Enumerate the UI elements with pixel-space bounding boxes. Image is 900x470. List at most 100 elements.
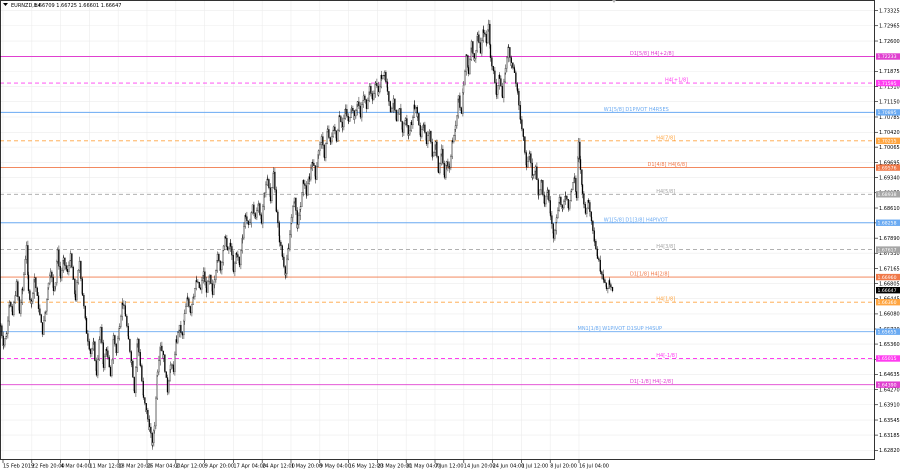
candle-body [500, 78, 502, 87]
candle-body [575, 191, 578, 198]
candle-body [353, 115, 356, 120]
candle-body [171, 364, 173, 366]
candle-body [430, 130, 432, 143]
candle-body [105, 348, 108, 351]
y-tick-label: 1.73325 [879, 8, 900, 14]
candle-body [498, 74, 501, 79]
candle-body [604, 279, 606, 283]
candle-body [442, 148, 444, 164]
candle-body [183, 313, 186, 322]
candle-body [161, 345, 163, 352]
candle-body [448, 167, 451, 169]
candle-body [17, 281, 19, 298]
y-tick-label: 1.63185 [879, 433, 900, 439]
candle-body [407, 133, 410, 136]
candle-body [338, 115, 341, 117]
candle-body [52, 277, 54, 288]
candle-body [601, 271, 603, 275]
price-chart[interactable]: D1[5/8] H4[+2/8] H4[+1/8] W1[5/8] D1PIVOT … [0, 0, 900, 470]
candle-body [83, 295, 85, 307]
candle-body [491, 57, 493, 67]
level-price-tag-text: 1.69576 [878, 165, 897, 171]
candle-body [30, 301, 33, 304]
candle-body [207, 281, 209, 293]
candle-body [89, 349, 92, 354]
candle-body [465, 54, 467, 72]
candle-body [368, 86, 371, 93]
candle-body [197, 281, 199, 283]
candle-body [290, 217, 293, 224]
candle-body [307, 183, 309, 196]
candle-body [337, 130, 339, 142]
candle-body [71, 253, 73, 268]
candle-body [46, 299, 48, 312]
candle-body [20, 302, 22, 314]
candle-body [148, 426, 151, 431]
candle-body [549, 212, 552, 216]
candle-body [590, 216, 593, 222]
candle-body [29, 290, 31, 300]
candle-body [451, 140, 454, 142]
candle-body [546, 190, 549, 193]
candle-body [551, 215, 553, 225]
candle-body [487, 23, 490, 30]
candle-body [13, 302, 15, 316]
candle-body [24, 259, 26, 275]
candle-body [33, 277, 36, 280]
candle-body [347, 120, 350, 122]
candle-body [383, 72, 386, 76]
candle-body [142, 394, 145, 398]
candle-body [380, 75, 383, 79]
candle-body [311, 162, 314, 164]
candle-body [325, 143, 327, 158]
candle-body [114, 335, 116, 345]
candle-body [141, 365, 143, 382]
candle-body [537, 194, 540, 196]
candle-body [265, 184, 267, 193]
candle-body [401, 128, 404, 133]
candle-body [115, 352, 118, 354]
candle-body [231, 246, 233, 256]
candle-body [259, 203, 261, 215]
candle-body [350, 108, 353, 110]
candle-body [292, 206, 294, 218]
candle-body [555, 222, 557, 231]
candle-body [392, 98, 395, 104]
y-tick-label: 1.70420 [879, 130, 900, 136]
candle-body [287, 247, 289, 260]
candle-body [104, 356, 106, 368]
candle-body [298, 214, 300, 225]
x-tick-label: 14 Jun 20:00 [464, 464, 496, 470]
candle-body [153, 430, 155, 443]
candle-body [277, 211, 279, 223]
candle-body [592, 220, 594, 231]
candle-body [398, 108, 401, 110]
candle-body [564, 196, 567, 197]
candle-body [398, 108, 400, 115]
candle-body [362, 95, 365, 101]
candle-body [319, 144, 321, 152]
candle-body [66, 269, 69, 273]
level-price-tag-text: 1.65015 [878, 356, 897, 362]
candle-body [271, 187, 273, 202]
candle-body [189, 311, 192, 314]
candle-body [144, 397, 146, 404]
level-price-tag-text: 1.72233 [878, 54, 897, 60]
candle-body [504, 68, 507, 74]
candle-body [462, 84, 465, 93]
candle-body [487, 29, 489, 44]
candle-body [510, 62, 513, 66]
candle-body [108, 357, 110, 368]
candle-body [457, 95, 460, 100]
candle-body [611, 286, 614, 292]
candle-body [249, 222, 251, 225]
candle-body [424, 124, 426, 133]
candle-body [132, 360, 134, 378]
candle-body [419, 134, 422, 137]
candle-body [109, 366, 112, 376]
candle-body [272, 171, 275, 174]
level-label: H4[1/8] [656, 297, 675, 303]
candle-body [156, 371, 159, 376]
candle-body [23, 274, 25, 291]
candle-body [313, 163, 315, 166]
